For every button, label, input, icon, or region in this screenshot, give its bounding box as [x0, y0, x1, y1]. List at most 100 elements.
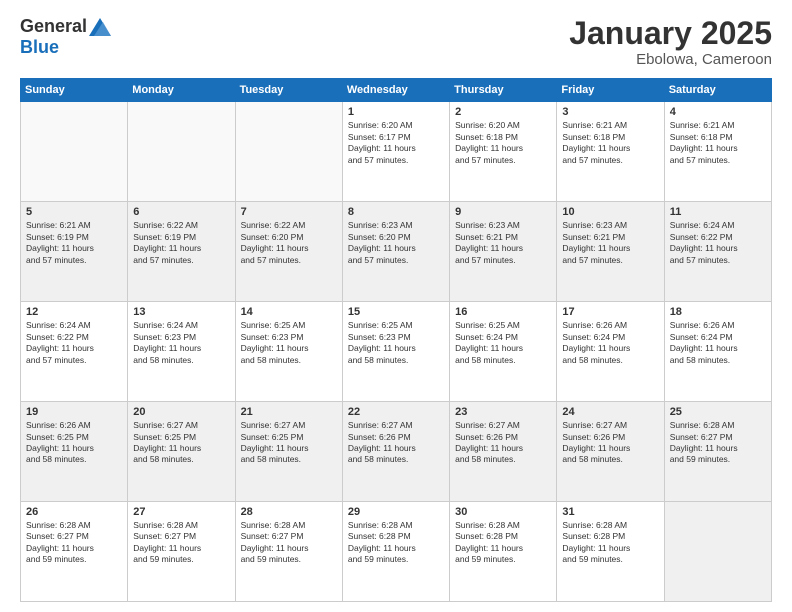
logo-general: General	[20, 16, 87, 37]
day-number: 3	[562, 106, 658, 118]
day-info: Sunrise: 6:27 AM Sunset: 6:26 PM Dayligh…	[348, 420, 444, 466]
day-info: Sunrise: 6:22 AM Sunset: 6:19 PM Dayligh…	[133, 220, 229, 266]
table-row: 18 Sunrise: 6:26 AM Sunset: 6:24 PM Dayli…	[664, 302, 771, 402]
day-info: Sunrise: 6:26 AM Sunset: 6:24 PM Dayligh…	[562, 320, 658, 366]
table-row: 28Sunrise: 6:28 AM Sunset: 6:27 PM Dayli…	[235, 502, 342, 602]
table-row: 5 Sunrise: 6:21 AM Sunset: 6:19 PM Daylig…	[21, 202, 128, 302]
day-number: 17	[562, 306, 658, 318]
logo: General Blue	[20, 16, 111, 58]
table-row: 31 Sunrise: 6:28 AM Sunset: 6:28 PM Dayli…	[557, 502, 664, 602]
day-number: 10	[562, 206, 658, 218]
day-info: Sunrise: 6:25 AM Sunset: 6:23 PM Dayligh…	[241, 320, 337, 366]
day-info: Sunrise: 6:28 AM Sunset: 6:28 PM Dayligh…	[562, 520, 658, 566]
day-number: 22	[348, 406, 444, 418]
day-info: Sunrise: 6:27 AM Sunset: 6:26 PM Dayligh…	[455, 420, 551, 466]
day-info: Sunrise: 6:20 AM Sunset: 6:18 PM Dayligh…	[455, 120, 551, 166]
table-row: 17 Sunrise: 6:26 AM Sunset: 6:24 PM Dayli…	[557, 302, 664, 402]
table-row: 24 Sunrise: 6:27 AM Sunset: 6:26 PM Dayli…	[557, 402, 664, 502]
table-row: 26 Sunrise: 6:28 AM Sunset: 6:27 PM Dayli…	[21, 502, 128, 602]
day-number: 12	[26, 306, 122, 318]
day-info: Sunrise: 6:22 AM Sunset: 6:20 PM Dayligh…	[241, 220, 337, 266]
day-info: Sunrise: 6:21 AM Sunset: 6:19 PM Dayligh…	[26, 220, 122, 266]
day-number: 6	[133, 206, 229, 218]
day-info: Sunrise: 6:28 AM Sunset: 6:28 PM Dayligh…	[348, 520, 444, 566]
day-number: 1	[348, 106, 444, 118]
day-number: 13	[133, 306, 229, 318]
day-number: 18	[670, 306, 766, 318]
calendar-week-4: 26 Sunrise: 6:28 AM Sunset: 6:27 PM Dayli…	[21, 502, 772, 602]
table-row: 27 Sunrise: 6:28 AM Sunset: 6:27 PM Dayli…	[128, 502, 235, 602]
table-row: 12 Sunrise: 6:24 AM Sunset: 6:22 PM Dayli…	[21, 302, 128, 402]
month-title: January 2025	[569, 16, 772, 51]
day-info: Sunrise: 6:26 AM Sunset: 6:25 PM Dayligh…	[26, 420, 122, 466]
day-number: 30	[455, 506, 551, 518]
day-number: 27	[133, 506, 229, 518]
day-info: Sunrise: 6:24 AM Sunset: 6:22 PM Dayligh…	[670, 220, 766, 266]
header-monday: Monday	[128, 79, 235, 102]
day-number: 31	[562, 506, 658, 518]
calendar-week-3: 19 Sunrise: 6:26 AM Sunset: 6:25 PM Dayli…	[21, 402, 772, 502]
header-tuesday: Tuesday	[235, 79, 342, 102]
day-info: Sunrise: 6:21 AM Sunset: 6:18 PM Dayligh…	[670, 120, 766, 166]
page: General Blue January 2025 Ebolowa, Camer…	[0, 0, 792, 612]
table-row: 29Sunrise: 6:28 AM Sunset: 6:28 PM Dayli…	[342, 502, 449, 602]
table-row: 21 Sunrise: 6:27 AM Sunset: 6:25 PM Dayli…	[235, 402, 342, 502]
table-row: 1Sunrise: 6:20 AM Sunset: 6:17 PM Daylig…	[342, 102, 449, 202]
table-row: 23 Sunrise: 6:27 AM Sunset: 6:26 PM Dayli…	[450, 402, 557, 502]
day-number: 15	[348, 306, 444, 318]
day-info: Sunrise: 6:26 AM Sunset: 6:24 PM Dayligh…	[670, 320, 766, 366]
table-row: 7 Sunrise: 6:22 AM Sunset: 6:20 PM Daylig…	[235, 202, 342, 302]
table-row: 14Sunrise: 6:25 AM Sunset: 6:23 PM Dayli…	[235, 302, 342, 402]
table-row: 20Sunrise: 6:27 AM Sunset: 6:25 PM Dayli…	[128, 402, 235, 502]
day-info: Sunrise: 6:25 AM Sunset: 6:24 PM Dayligh…	[455, 320, 551, 366]
table-row: 30 Sunrise: 6:28 AM Sunset: 6:28 PM Dayli…	[450, 502, 557, 602]
day-number: 8	[348, 206, 444, 218]
header: General Blue January 2025 Ebolowa, Camer…	[20, 16, 772, 68]
day-info: Sunrise: 6:28 AM Sunset: 6:27 PM Dayligh…	[670, 420, 766, 466]
table-row: 13Sunrise: 6:24 AM Sunset: 6:23 PM Dayli…	[128, 302, 235, 402]
day-info: Sunrise: 6:23 AM Sunset: 6:20 PM Dayligh…	[348, 220, 444, 266]
logo-blue: Blue	[20, 37, 59, 58]
table-row: 10 Sunrise: 6:23 AM Sunset: 6:21 PM Dayli…	[557, 202, 664, 302]
logo-icon	[89, 18, 111, 36]
calendar-week-0: 1Sunrise: 6:20 AM Sunset: 6:17 PM Daylig…	[21, 102, 772, 202]
table-row: 2 Sunrise: 6:20 AM Sunset: 6:18 PM Daylig…	[450, 102, 557, 202]
table-row: 9Sunrise: 6:23 AM Sunset: 6:21 PM Daylig…	[450, 202, 557, 302]
day-info: Sunrise: 6:28 AM Sunset: 6:28 PM Dayligh…	[455, 520, 551, 566]
table-row: 8 Sunrise: 6:23 AM Sunset: 6:20 PM Daylig…	[342, 202, 449, 302]
calendar-table: Sunday Monday Tuesday Wednesday Thursday…	[20, 78, 772, 602]
day-info: Sunrise: 6:28 AM Sunset: 6:27 PM Dayligh…	[26, 520, 122, 566]
header-sunday: Sunday	[21, 79, 128, 102]
day-info: Sunrise: 6:21 AM Sunset: 6:18 PM Dayligh…	[562, 120, 658, 166]
day-number: 28	[241, 506, 337, 518]
table-row: 3 Sunrise: 6:21 AM Sunset: 6:18 PM Daylig…	[557, 102, 664, 202]
table-row: 6 Sunrise: 6:22 AM Sunset: 6:19 PM Daylig…	[128, 202, 235, 302]
day-number: 21	[241, 406, 337, 418]
day-info: Sunrise: 6:23 AM Sunset: 6:21 PM Dayligh…	[562, 220, 658, 266]
day-number: 2	[455, 106, 551, 118]
day-number: 24	[562, 406, 658, 418]
table-row	[21, 102, 128, 202]
day-number: 23	[455, 406, 551, 418]
day-info: Sunrise: 6:28 AM Sunset: 6:27 PM Dayligh…	[133, 520, 229, 566]
day-number: 4	[670, 106, 766, 118]
day-number: 26	[26, 506, 122, 518]
calendar-week-1: 5 Sunrise: 6:21 AM Sunset: 6:19 PM Daylig…	[21, 202, 772, 302]
table-row: 25Sunrise: 6:28 AM Sunset: 6:27 PM Dayli…	[664, 402, 771, 502]
table-row: 19 Sunrise: 6:26 AM Sunset: 6:25 PM Dayli…	[21, 402, 128, 502]
calendar-week-2: 12 Sunrise: 6:24 AM Sunset: 6:22 PM Dayli…	[21, 302, 772, 402]
day-number: 5	[26, 206, 122, 218]
title-block: January 2025 Ebolowa, Cameroon	[569, 16, 772, 68]
day-number: 7	[241, 206, 337, 218]
table-row: 4 Sunrise: 6:21 AM Sunset: 6:18 PM Daylig…	[664, 102, 771, 202]
header-friday: Friday	[557, 79, 664, 102]
day-number: 19	[26, 406, 122, 418]
location: Ebolowa, Cameroon	[569, 51, 772, 68]
day-info: Sunrise: 6:25 AM Sunset: 6:23 PM Dayligh…	[348, 320, 444, 366]
table-row: 16Sunrise: 6:25 AM Sunset: 6:24 PM Dayli…	[450, 302, 557, 402]
day-info: Sunrise: 6:24 AM Sunset: 6:22 PM Dayligh…	[26, 320, 122, 366]
table-row	[128, 102, 235, 202]
day-info: Sunrise: 6:27 AM Sunset: 6:26 PM Dayligh…	[562, 420, 658, 466]
table-row	[235, 102, 342, 202]
day-info: Sunrise: 6:27 AM Sunset: 6:25 PM Dayligh…	[241, 420, 337, 466]
